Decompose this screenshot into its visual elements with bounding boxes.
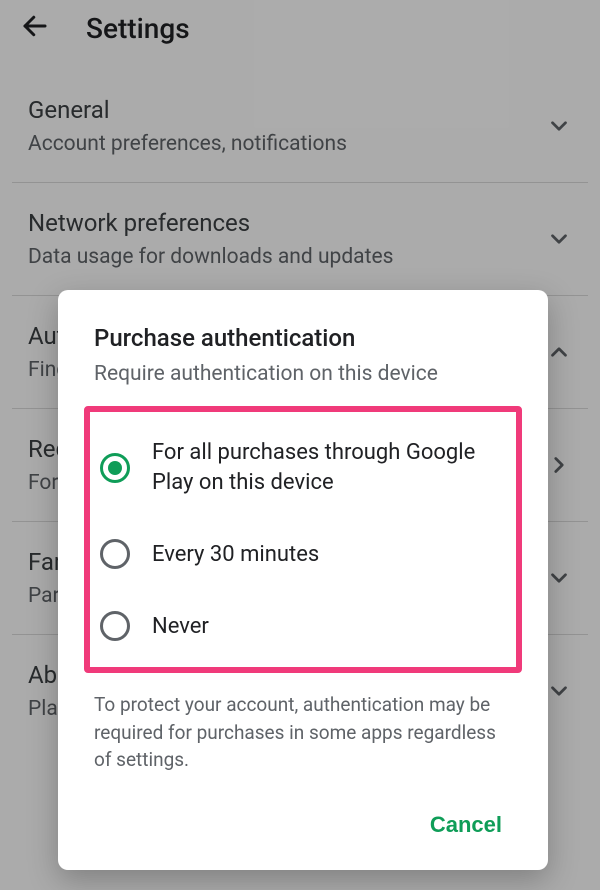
dialog-subtitle: Require authentication on this device: [94, 362, 512, 386]
radio-unselected-icon: [100, 539, 130, 569]
radio-selected-icon: [100, 453, 130, 483]
auth-option-never[interactable]: Never: [100, 599, 506, 653]
auth-option-30min[interactable]: Every 30 minutes: [100, 527, 506, 581]
radio-unselected-icon: [100, 611, 130, 641]
option-label: Every 30 minutes: [152, 540, 319, 570]
auth-option-all[interactable]: For all purchases through Google Play on…: [100, 426, 506, 509]
cancel-button[interactable]: Cancel: [420, 804, 512, 846]
options-highlight: For all purchases through Google Play on…: [84, 406, 522, 673]
option-label: For all purchases through Google Play on…: [152, 438, 506, 497]
purchase-auth-dialog: Purchase authentication Require authenti…: [58, 290, 548, 870]
option-label: Never: [152, 612, 209, 642]
dialog-title: Purchase authentication: [94, 324, 512, 352]
dialog-footnote: To protect your account, authentication …: [94, 691, 512, 774]
